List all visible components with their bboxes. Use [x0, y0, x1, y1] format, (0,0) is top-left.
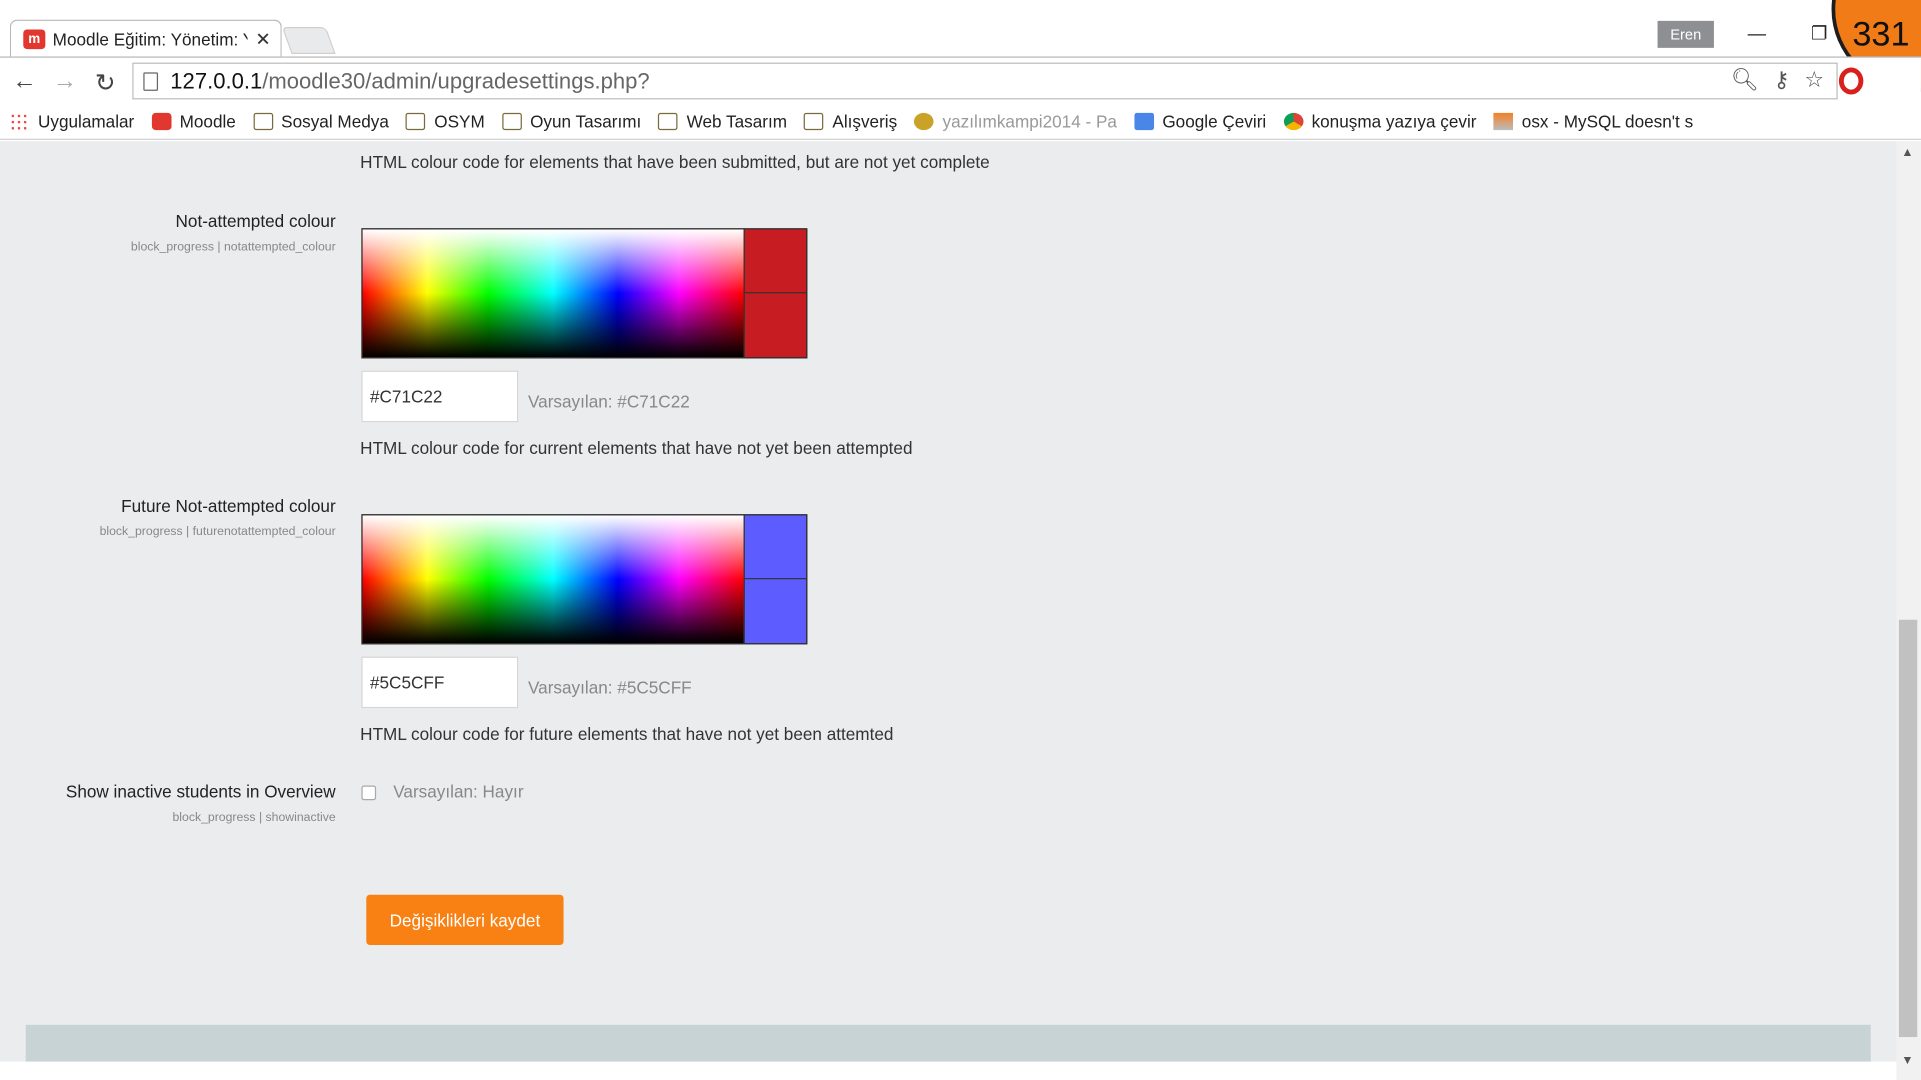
future-not-attempted-default: Varsayılan: #5C5CFF — [528, 677, 692, 698]
future-not-attempted-setting-name: block_progress | futurenotattempted_colo… — [99, 525, 336, 539]
colour-spectrum[interactable] — [362, 229, 744, 358]
bookmark-konusma[interactable]: konuşma yazıya çevir — [1283, 111, 1476, 131]
close-tab-icon[interactable]: ✕ — [255, 28, 270, 50]
minimize-icon[interactable]: — — [1742, 22, 1771, 47]
bookmark-sosyal-medya[interactable]: Sosyal Medya — [253, 111, 389, 131]
not-attempted-setting-name: block_progress | notattempted_colour — [130, 240, 336, 255]
not-attempted-colour-picker[interactable] — [361, 228, 808, 359]
folder-icon — [804, 112, 824, 130]
profile-button[interactable]: Eren — [1657, 20, 1714, 48]
folder-icon — [501, 112, 522, 130]
scroll-down-icon[interactable]: ▼ — [1901, 1054, 1913, 1068]
browser-toolbar: ← → ↻ 127.0.0.1 /moodle30/admin/upgrades… — [0, 56, 1921, 104]
bookmark-google-ceviri[interactable]: Google Çeviri — [1134, 111, 1266, 131]
show-inactive-checkbox[interactable] — [361, 785, 377, 801]
forward-arrow-icon[interactable]: → — [49, 68, 81, 96]
future-not-attempted-colour-input[interactable] — [361, 656, 519, 709]
not-attempted-label: Not-attempted colour — [175, 211, 336, 231]
current-colour-swatch — [743, 515, 807, 580]
submitted-colour-description: HTML colour code for elements that have … — [360, 152, 990, 172]
apps-icon — [9, 112, 30, 130]
bookmark-star-icon[interactable]: ☆ — [1804, 68, 1824, 94]
url-host: 127.0.0.1 — [170, 68, 263, 93]
colour-spectrum[interactable] — [362, 515, 744, 644]
bookmarks-bar: Uygulamalar Moodle Sosyal Medya OSYM Oyu… — [0, 103, 1921, 140]
reload-icon[interactable]: ↻ — [89, 68, 121, 99]
show-inactive-default: Varsayılan: Hayır — [393, 781, 524, 802]
google-translate-icon — [1134, 112, 1154, 130]
chrome-icon — [1283, 112, 1303, 130]
vertical-scrollbar[interactable]: ▲ ▼ — [1896, 141, 1921, 1080]
page-footer — [25, 1024, 1871, 1062]
future-not-attempted-label: Future Not-attempted colour — [121, 495, 336, 516]
settings-page — [0, 141, 1897, 1080]
overlay-badge-number: 331 — [1852, 14, 1910, 53]
folder-icon — [406, 112, 426, 130]
browser-window: m Moodle Eğitim: Yönetim: Y ✕ Eren — ❐ 3… — [0, 0, 1921, 1080]
bookmark-alisveris[interactable]: Alışveriş — [804, 111, 897, 131]
browser-tab[interactable]: m Moodle Eğitim: Yönetim: Y ✕ — [9, 19, 282, 57]
page-bottom-edge — [0, 1061, 1897, 1080]
selected-colour-swatch — [743, 579, 807, 644]
bookmark-moodle[interactable]: Moodle — [151, 111, 236, 131]
scroll-up-icon[interactable]: ▲ — [1901, 146, 1913, 160]
new-tab-button[interactable] — [281, 27, 336, 55]
show-inactive-setting-name: block_progress | showinactive — [172, 811, 336, 825]
bookmark-web-tasarim[interactable]: Web Tasarım — [658, 111, 787, 131]
folder-icon — [253, 112, 273, 130]
key-icon[interactable]: ⚷ — [1774, 68, 1790, 94]
not-attempted-colour-input[interactable] — [361, 370, 519, 423]
tab-strip: m Moodle Eğitim: Yönetim: Y ✕ Eren — ❐ 3… — [0, 0, 1921, 93]
future-not-attempted-colour-picker[interactable] — [361, 514, 808, 645]
zoom-icon[interactable]: 🔍︎ — [1731, 68, 1759, 94]
page-icon — [143, 71, 159, 91]
restore-icon[interactable]: ❐ — [1805, 22, 1834, 47]
opera-extension-icon[interactable] — [1838, 67, 1864, 95]
url-path: /moodle30/admin/upgradesettings.php? — [262, 68, 650, 93]
moodle-icon — [151, 112, 172, 130]
not-attempted-default: Varsayılan: #C71C22 — [528, 391, 690, 412]
selected-colour-swatch — [743, 293, 807, 358]
bookmark-osym[interactable]: OSYM — [406, 111, 485, 131]
bookmark-oyun-tasarimi[interactable]: Oyun Tasarımı — [501, 111, 641, 131]
bookmark-yazilimkampi[interactable]: yazılımkampi2014 - Pa — [914, 111, 1117, 131]
back-arrow-icon[interactable]: ← — [9, 68, 41, 96]
stackoverflow-icon — [1493, 112, 1514, 130]
bookmark-apps[interactable]: Uygulamalar — [9, 111, 134, 131]
future-not-attempted-description: HTML colour code for future elements tha… — [360, 724, 894, 744]
folder-icon — [658, 112, 679, 130]
moodle-favicon-icon: m — [23, 28, 46, 49]
not-attempted-description: HTML colour code for current elements th… — [360, 438, 913, 458]
current-colour-swatch — [743, 229, 807, 294]
show-inactive-label: Show inactive students in Overview — [65, 781, 336, 802]
tab-title: Moodle Eğitim: Yönetim: Y — [52, 28, 248, 49]
scrollbar-thumb[interactable] — [1898, 619, 1918, 1038]
cat-icon — [914, 112, 934, 130]
save-changes-button[interactable]: Değişiklikleri kaydet — [366, 894, 564, 946]
bookmark-osx-mysql[interactable]: osx - MySQL doesn't s — [1493, 111, 1693, 131]
address-bar[interactable]: 127.0.0.1 /moodle30/admin/upgradesetting… — [132, 62, 1838, 100]
